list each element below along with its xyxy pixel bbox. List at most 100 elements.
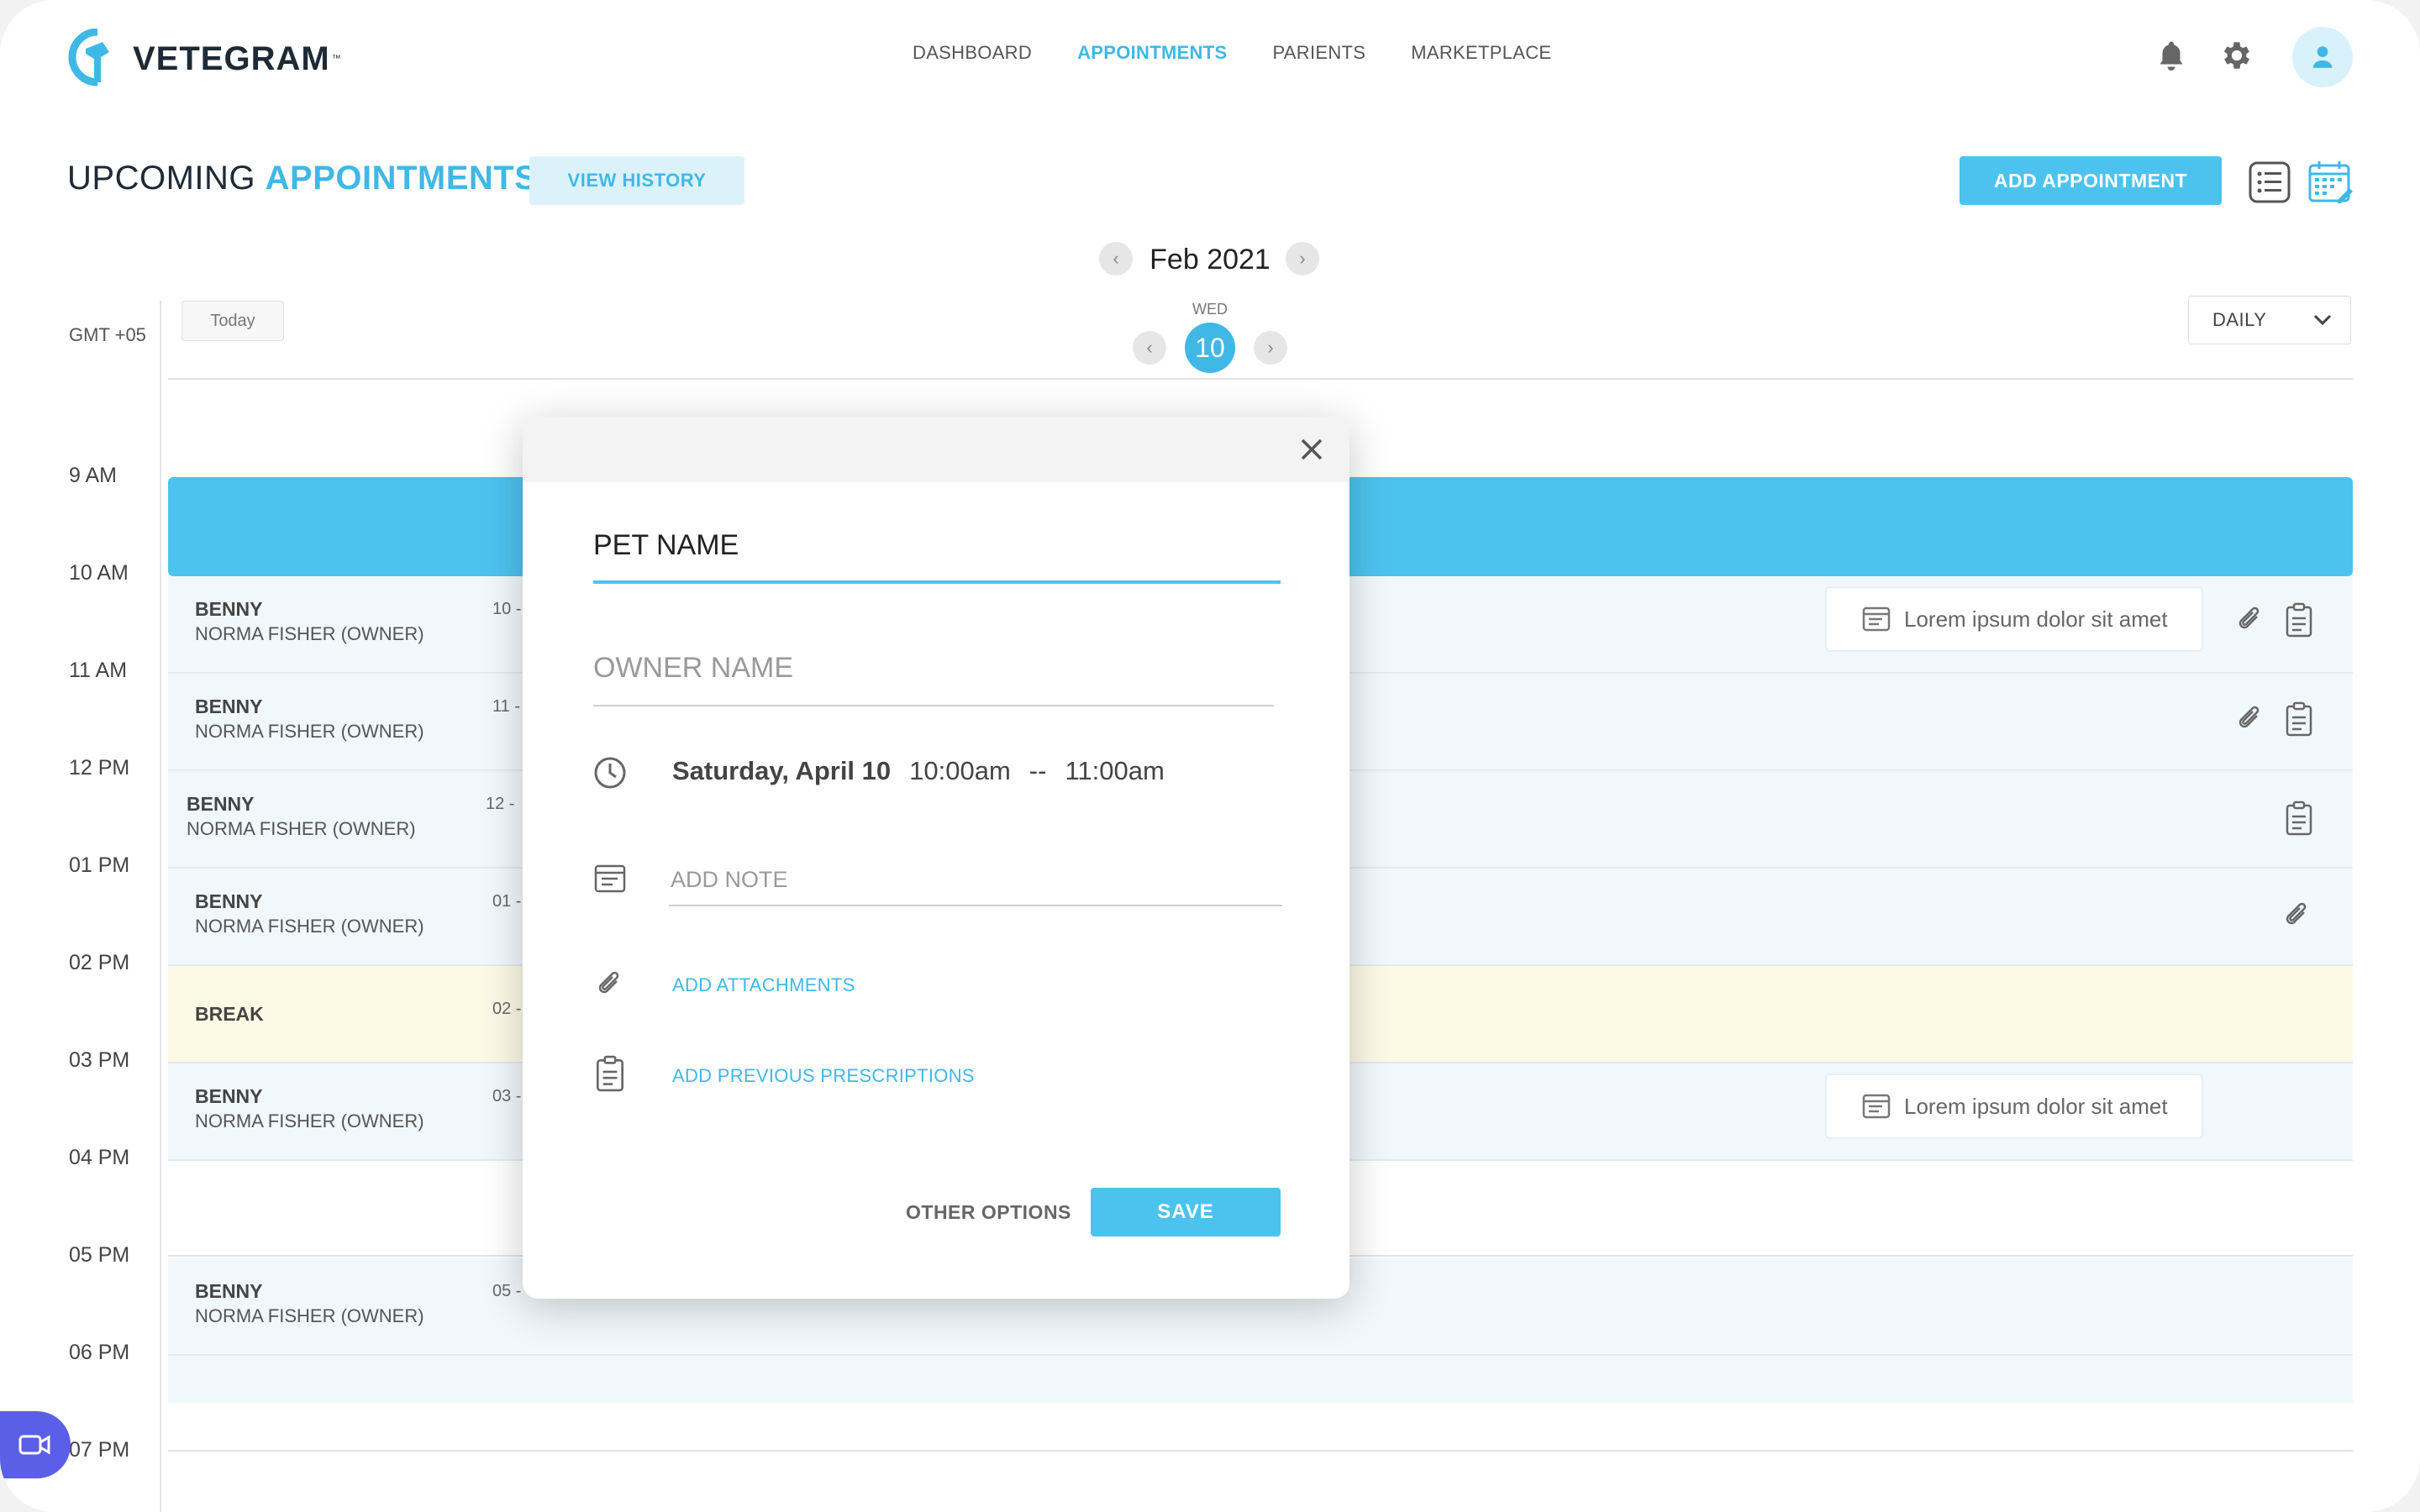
- appointment-time: 11 -: [492, 697, 520, 716]
- pet-name: BENNY: [187, 793, 255, 815]
- note-icon: [1862, 1094, 1891, 1119]
- view-history-button[interactable]: VIEW HISTORY: [529, 156, 744, 205]
- video-call-button[interactable]: [0, 1411, 71, 1478]
- pet-name: BENNY: [195, 696, 263, 717]
- paperclip-icon[interactable]: [2233, 702, 2267, 736]
- day-of-week: WED: [1192, 301, 1228, 318]
- nav-dashboard[interactable]: DASHBOARD: [913, 42, 1032, 64]
- main-nav: DASHBOARD APPOINTMENTS PARIENTS MARKETPL…: [913, 42, 1551, 64]
- note-text: Lorem ipsum dolor sit amet: [1904, 606, 2168, 632]
- note-icon: [593, 862, 627, 895]
- brand-name: VETEGRAM: [133, 39, 330, 77]
- appointment-time: 01 -: [492, 892, 522, 911]
- hour-label: 11 AM: [69, 659, 128, 682]
- appointment-row-partial[interactable]: [168, 1356, 2353, 1403]
- time-axis-line: [160, 301, 161, 1512]
- prev-day-button[interactable]: ‹: [1133, 331, 1166, 365]
- hour-label: 06 PM: [69, 1341, 130, 1364]
- appointment-time: 03 -: [492, 1087, 522, 1105]
- nav-parients[interactable]: PARIENTS: [1272, 42, 1365, 64]
- selected-day[interactable]: 10: [1185, 323, 1235, 373]
- chevron-right-icon: ›: [1267, 337, 1274, 358]
- prescription-icon: [593, 1055, 627, 1092]
- user-avatar[interactable]: [2292, 27, 2353, 87]
- title-highlight: APPOINTMENTS: [265, 160, 538, 197]
- appointment-time: 02 -: [492, 1000, 522, 1018]
- appointment-date: Saturday, April 10: [672, 756, 892, 785]
- today-button[interactable]: Today: [182, 301, 284, 341]
- owner-name: NORMA FISHER (OWNER): [187, 818, 416, 839]
- month-label: Feb 2021: [1150, 244, 1270, 276]
- add-prescriptions-link[interactable]: ADD PREVIOUS PRESCRIPTIONS: [672, 1065, 975, 1087]
- owner-name: NORMA FISHER (OWNER): [195, 721, 424, 742]
- add-attachments-link[interactable]: ADD ATTACHMENTS: [672, 974, 855, 996]
- video-camera-icon: [18, 1435, 50, 1455]
- other-options-button[interactable]: OTHER OPTIONS: [906, 1201, 1071, 1224]
- appointment-note[interactable]: Lorem ipsum dolor sit amet: [1825, 1074, 2203, 1139]
- owner-name-input[interactable]: OWNER NAME: [593, 652, 1274, 706]
- hour-label: 07 PM: [69, 1438, 130, 1462]
- note-text: Lorem ipsum dolor sit amet: [1904, 1093, 2168, 1119]
- owner-name: NORMA FISHER (OWNER): [195, 623, 424, 644]
- pet-name: BENNY: [195, 1280, 263, 1302]
- prescription-icon[interactable]: [2282, 602, 2316, 638]
- save-button[interactable]: SAVE: [1091, 1188, 1281, 1236]
- appointment-datetime[interactable]: Saturday, April 10 10:00am -- 11:00am: [672, 756, 1165, 786]
- grid-line: [168, 1450, 2353, 1452]
- appointment-time: 12 -: [486, 795, 515, 813]
- paperclip-icon[interactable]: [2233, 603, 2267, 637]
- page-title: UPCOMING APPOINTMENTS: [67, 160, 537, 197]
- hour-label: 05 PM: [69, 1243, 130, 1267]
- add-note-input[interactable]: ADD NOTE: [669, 867, 1282, 906]
- calendar-view-icon[interactable]: [2307, 160, 2353, 205]
- chevron-left-icon: ‹: [1146, 337, 1153, 358]
- title-prefix: UPCOMING: [67, 160, 255, 197]
- owner-name: NORMA FISHER (OWNER): [195, 1110, 424, 1131]
- appointment-time: 05 -: [492, 1282, 522, 1300]
- prev-month-button[interactable]: ‹: [1099, 242, 1133, 276]
- trademark: ™: [331, 54, 341, 64]
- chevron-right-icon: ›: [1299, 248, 1306, 269]
- list-view-icon[interactable]: [2247, 160, 2292, 205]
- view-mode-select[interactable]: DAILY: [2188, 296, 2351, 344]
- time-separator: --: [1028, 756, 1047, 785]
- appointment-time: 10 -: [492, 600, 522, 618]
- new-appointment-modal: PET NAME OWNER NAME Saturday, April 10 1…: [523, 417, 1349, 1299]
- close-icon[interactable]: [1294, 432, 1329, 467]
- grid-line: [168, 378, 2353, 380]
- chevron-left-icon: ‹: [1113, 248, 1119, 269]
- pet-name: BENNY: [195, 890, 263, 912]
- bell-icon[interactable]: [2153, 37, 2190, 74]
- nav-marketplace[interactable]: MARKETPLACE: [1411, 42, 1551, 64]
- hour-label: 12 PM: [69, 756, 130, 780]
- paperclip-icon: [593, 968, 627, 1001]
- end-time: 11:00am: [1065, 756, 1165, 785]
- prescription-icon[interactable]: [2282, 801, 2316, 836]
- brand-logo[interactable]: VETEGRAM ™: [67, 25, 341, 92]
- chevron-down-icon: [2313, 314, 2332, 326]
- break-label: BREAK: [195, 1003, 264, 1025]
- owner-name: NORMA FISHER (OWNER): [195, 1305, 424, 1326]
- modal-header: [523, 417, 1349, 482]
- hour-label: 9 AM: [69, 464, 117, 487]
- view-mode-value: DAILY: [2212, 309, 2267, 330]
- gear-icon[interactable]: [2218, 37, 2255, 74]
- nav-appointments[interactable]: APPOINTMENTS: [1077, 42, 1227, 64]
- start-time: 10:00am: [909, 756, 1011, 785]
- logo-icon: [68, 29, 109, 87]
- hour-label: 02 PM: [69, 951, 130, 974]
- hour-label: 01 PM: [69, 853, 130, 877]
- hour-label: 04 PM: [69, 1146, 130, 1169]
- add-appointment-button[interactable]: ADD APPOINTMENT: [1960, 156, 2222, 205]
- user-icon: [2312, 46, 2333, 68]
- clock-icon: [593, 756, 627, 790]
- paperclip-icon[interactable]: [2281, 899, 2314, 932]
- pet-name-input[interactable]: PET NAME: [593, 529, 1281, 584]
- next-month-button[interactable]: ›: [1286, 242, 1319, 276]
- pet-name: BENNY: [195, 1085, 263, 1107]
- prescription-icon[interactable]: [2282, 701, 2316, 737]
- next-day-button[interactable]: ›: [1254, 331, 1287, 365]
- app-window: VETEGRAM ™ DASHBOARD APPOINTMENTS PARIENT…: [0, 0, 2420, 1512]
- note-icon: [1862, 606, 1891, 632]
- appointment-note[interactable]: Lorem ipsum dolor sit amet: [1825, 586, 2203, 652]
